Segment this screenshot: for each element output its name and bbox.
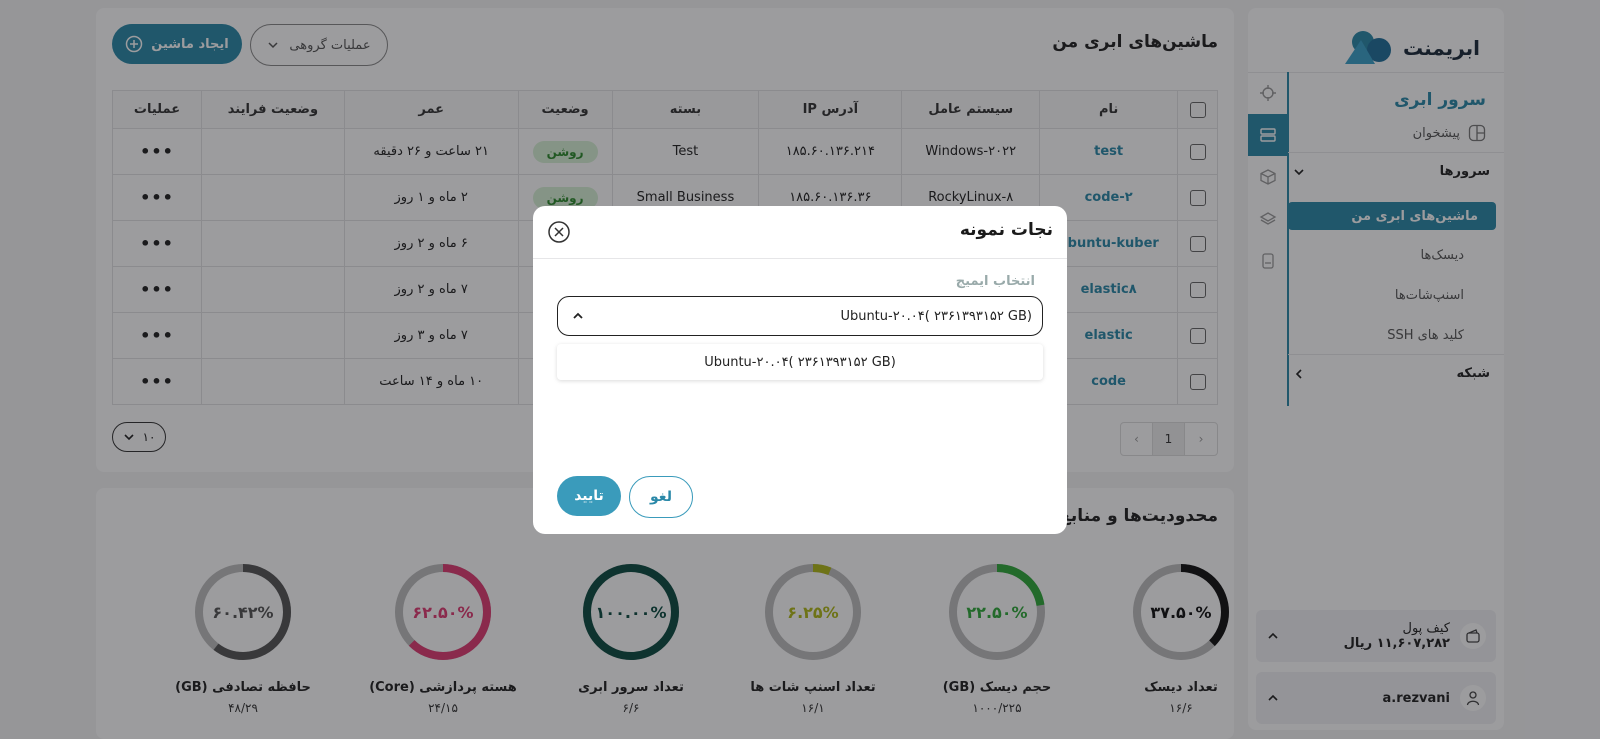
close-icon[interactable] — [547, 220, 571, 244]
image-select[interactable]: Ubuntu-۲۰.۰۴( ۲۳۶۱۳۹۳۱۵۲ GB) — [557, 296, 1043, 336]
image-field-label: انتخاب ایمیج — [955, 274, 1035, 289]
confirm-button[interactable]: تایید — [557, 476, 621, 516]
rescue-instance-dialog: نجات نمونه انتخاب ایمیج Ubuntu-۲۰.۰۴( ۲۳… — [533, 206, 1067, 534]
image-select-value: Ubuntu-۲۰.۰۴( ۲۳۶۱۳۹۳۱۵۲ GB) — [840, 308, 1032, 324]
dialog-title: نجات نمونه — [959, 220, 1053, 240]
image-option[interactable]: Ubuntu-۲۰.۰۴( ۲۳۶۱۳۹۳۱۵۲ GB) — [557, 344, 1043, 380]
cancel-button[interactable]: لغو — [629, 476, 693, 518]
chevron-up-icon — [573, 312, 583, 319]
divider — [533, 258, 1067, 259]
